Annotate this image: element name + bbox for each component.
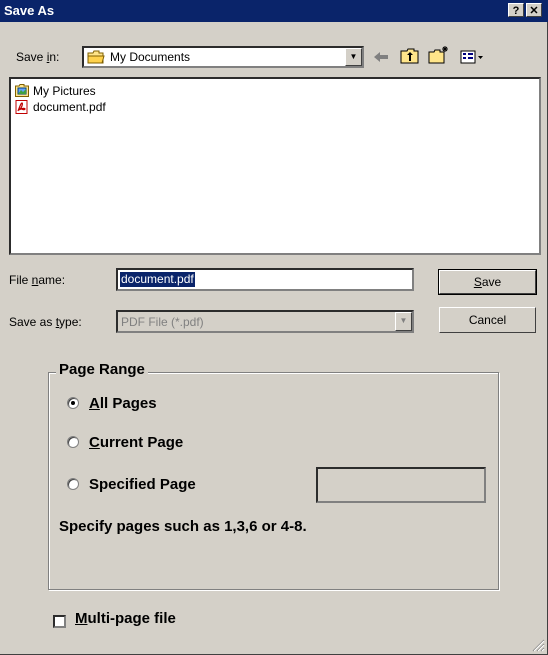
file-name: My Pictures <box>33 84 96 98</box>
title-bar: Save As ? ✕ <box>0 0 548 22</box>
specified-page-radio[interactable] <box>67 478 79 490</box>
save-as-type-dropdown[interactable]: PDF File (*.pdf) ▼ <box>116 310 414 333</box>
close-button[interactable]: ✕ <box>526 3 542 17</box>
file-name-label: File name: <box>9 273 66 287</box>
new-folder-icon[interactable] <box>428 45 450 68</box>
save-in-value: My Documents <box>110 50 191 64</box>
specified-page-input[interactable] <box>316 467 486 503</box>
multi-page-checkbox[interactable] <box>53 615 66 628</box>
file-name-input[interactable]: document.pdf <box>116 268 414 291</box>
file-name: document.pdf <box>33 100 106 114</box>
back-arrow-icon[interactable] <box>372 50 390 67</box>
save-button[interactable]: Save <box>439 270 536 294</box>
multi-page-label[interactable]: Multi-page file <box>75 610 176 627</box>
resize-grip-icon[interactable] <box>531 638 545 655</box>
page-range-hint: Specify pages such as 1,3,6 or 4-8. <box>59 518 307 535</box>
file-list[interactable]: My Pictures document.pdf <box>9 77 541 255</box>
all-pages-radio[interactable] <box>67 397 79 409</box>
current-page-radio[interactable] <box>67 436 79 448</box>
view-menu-icon[interactable] <box>460 50 484 67</box>
save-as-dialog: Save As ? ✕ Save in: My Documents ▼ My P… <box>0 0 548 655</box>
specified-page-label[interactable]: Specified Page <box>89 476 196 493</box>
all-pages-label[interactable]: All Pages <box>89 395 157 412</box>
radio-selected-dot <box>71 401 75 405</box>
current-page-label[interactable]: Current Page <box>89 434 183 451</box>
file-name-value: document.pdf <box>120 272 195 287</box>
pdf-file-icon <box>15 100 29 114</box>
list-item[interactable]: document.pdf <box>15 99 106 115</box>
cancel-button[interactable]: Cancel <box>439 307 536 333</box>
save-as-type-value: PDF File (*.pdf) <box>121 315 204 329</box>
help-button[interactable]: ? <box>508 3 524 17</box>
save-as-type-label: Save as type: <box>9 315 82 329</box>
save-in-dropdown[interactable]: My Documents ▼ <box>82 46 364 68</box>
page-range-title: Page Range <box>56 361 148 378</box>
list-item[interactable]: My Pictures <box>15 83 96 99</box>
chevron-down-icon[interactable]: ▼ <box>345 48 362 66</box>
up-folder-icon[interactable] <box>400 47 420 68</box>
pictures-folder-icon <box>15 84 29 97</box>
window-title: Save As <box>4 3 55 18</box>
folder-icon <box>87 50 105 67</box>
save-in-label: Save in: <box>16 50 60 64</box>
chevron-down-icon[interactable]: ▼ <box>395 312 412 331</box>
